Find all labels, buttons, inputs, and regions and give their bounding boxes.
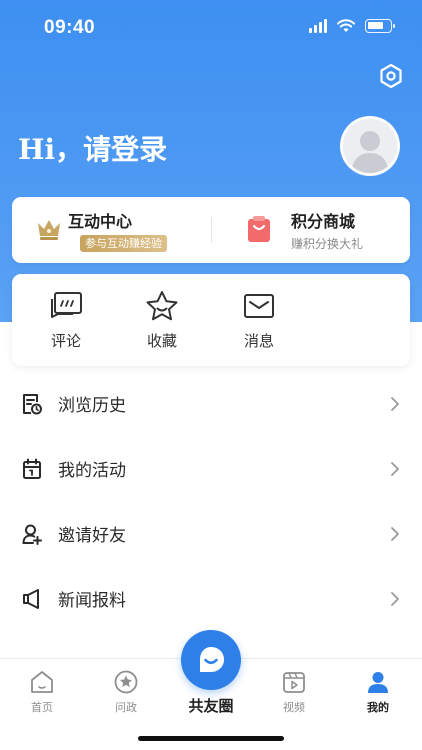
quick-action-favorites-label: 收藏 bbox=[146, 332, 177, 350]
status-bar: 09:40 bbox=[0, 0, 422, 56]
home-indicator bbox=[138, 736, 284, 741]
interaction-center-title: 互动中心 bbox=[68, 212, 133, 231]
signal-icon bbox=[309, 19, 327, 33]
menu-item-invite[interactable]: 邀请好友 bbox=[0, 502, 422, 567]
tab-video-label: 视频 bbox=[283, 701, 305, 714]
status-time: 09:40 bbox=[44, 17, 96, 38]
menu-item-news-tip[interactable]: 新闻报料 bbox=[0, 567, 422, 632]
person-icon bbox=[368, 672, 388, 693]
video-icon bbox=[283, 672, 305, 693]
points-mall[interactable]: 积分商城 赚积分换大礼 bbox=[211, 197, 410, 263]
tab-mine[interactable]: 我的 bbox=[348, 669, 408, 715]
chevron-right-icon bbox=[391, 527, 399, 541]
menu-item-activities-label: 我的活动 bbox=[58, 461, 126, 481]
quick-action-messages-label: 消息 bbox=[243, 332, 274, 350]
tab-video[interactable]: 视频 bbox=[264, 669, 324, 715]
shopping-bag-icon bbox=[248, 216, 270, 242]
quick-action-comment[interactable]: 评论 bbox=[36, 290, 96, 351]
points-mall-subtitle: 赚积分换大礼 bbox=[291, 237, 364, 251]
history-icon bbox=[23, 394, 42, 415]
status-icons bbox=[309, 19, 395, 33]
quick-action-comment-label: 评论 bbox=[50, 332, 81, 350]
menu-item-news-tip-label: 新闻报料 bbox=[58, 591, 126, 611]
default-avatar-icon bbox=[343, 119, 397, 173]
settings-icon[interactable] bbox=[378, 63, 404, 89]
star-circle-icon bbox=[114, 670, 138, 694]
tab-home[interactable]: 首页 bbox=[12, 669, 72, 715]
community-label[interactable]: 共友圈 bbox=[170, 695, 252, 716]
battery-icon bbox=[365, 19, 395, 33]
megaphone-icon bbox=[23, 589, 39, 609]
menu-item-activities[interactable]: 我的活动 bbox=[0, 437, 422, 502]
menu-item-history-label: 浏览历史 bbox=[58, 396, 126, 416]
chat-bubble-icon bbox=[200, 647, 224, 672]
menu-list: 浏览历史 我的活动 邀请好友 新闻报料 bbox=[0, 372, 422, 632]
menu-item-invite-label: 邀请好友 bbox=[58, 526, 126, 546]
crown-icon bbox=[38, 220, 60, 240]
tab-wenzheng[interactable]: 问政 bbox=[96, 669, 156, 715]
star-icon bbox=[146, 291, 178, 321]
comment-icon bbox=[51, 292, 82, 318]
interaction-center-badge: 参与互动赚经验 bbox=[80, 235, 167, 252]
quick-actions-card: 评论 收藏 消息 bbox=[12, 274, 410, 366]
quick-action-messages[interactable]: 消息 bbox=[229, 290, 289, 351]
chevron-right-icon bbox=[391, 397, 399, 411]
wifi-icon bbox=[337, 19, 355, 32]
tab-mine-label: 我的 bbox=[367, 701, 389, 714]
chevron-right-icon bbox=[391, 462, 399, 476]
chevron-right-icon bbox=[391, 592, 399, 606]
calendar-icon bbox=[23, 458, 41, 479]
add-user-icon bbox=[22, 524, 42, 545]
promo-card: 互动中心 参与互动赚经验 积分商城 赚积分换大礼 bbox=[12, 197, 410, 263]
quick-action-favorites[interactable]: 收藏 bbox=[132, 290, 192, 351]
tab-home-label: 首页 bbox=[31, 701, 53, 714]
tab-wenzheng-label: 问政 bbox=[115, 701, 137, 714]
interaction-center[interactable]: 互动中心 参与互动赚经验 bbox=[12, 197, 211, 263]
avatar[interactable] bbox=[340, 116, 400, 176]
home-icon bbox=[31, 671, 53, 693]
points-mall-title: 积分商城 bbox=[291, 212, 356, 231]
menu-item-history[interactable]: 浏览历史 bbox=[0, 372, 422, 437]
mail-icon bbox=[244, 294, 274, 318]
community-button[interactable] bbox=[181, 630, 241, 690]
login-prompt[interactable]: Hi，请登录 bbox=[18, 128, 167, 168]
